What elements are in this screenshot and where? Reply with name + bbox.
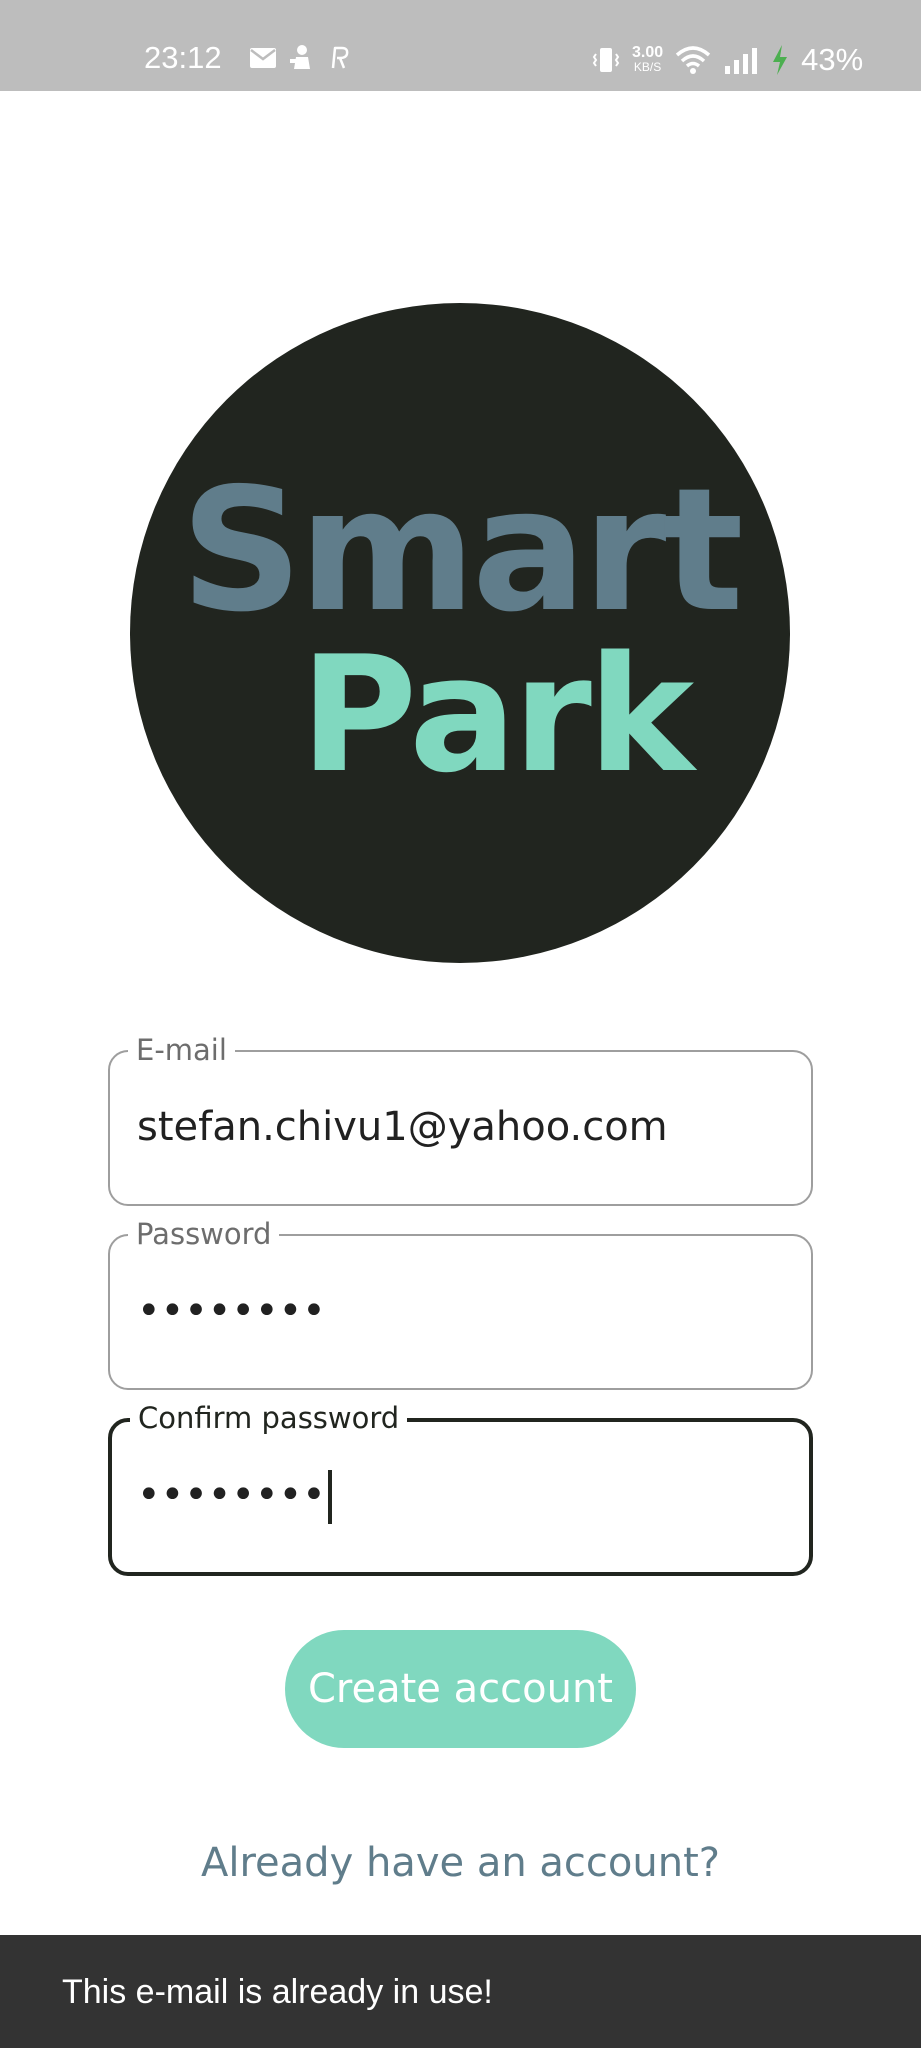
confirm-password-label: Confirm password [130, 1398, 408, 1438]
signal-icon [725, 48, 758, 74]
app-logo: Smart Park [130, 303, 790, 963]
logo-text-park: Park [300, 621, 694, 808]
mail-icon [250, 48, 276, 68]
email-field[interactable]: E-mail stefan.chivu1@yahoo.com [108, 1030, 813, 1206]
net-speed-value: 3.00 [632, 44, 664, 61]
notification-app-icon [290, 45, 310, 69]
create-account-button[interactable]: Create account [285, 1630, 636, 1748]
net-speed: 3.00 KB/S [632, 45, 663, 75]
confirm-password-input[interactable]: •••••••• [137, 1470, 332, 1524]
logo-text-smart: Smart [180, 452, 743, 650]
already-have-account-link[interactable]: Already have an account? [0, 1838, 921, 1888]
net-speed-unit: KB/S [633, 60, 662, 74]
text-cursor [327, 1470, 332, 1524]
email-input-value[interactable]: stefan.chivu1@yahoo.com [137, 1102, 668, 1152]
confirm-password-input-value: •••••••• [137, 1472, 326, 1518]
snackbar-message: This e-mail is already in use! [62, 1973, 493, 2011]
password-input-value[interactable]: •••••••• [137, 1286, 326, 1336]
battery-percent: 43% [801, 42, 864, 77]
status-time: 23:12 [144, 40, 222, 75]
snackbar: This e-mail is already in use! [0, 1935, 921, 2048]
confirm-password-field[interactable]: Confirm password •••••••• [108, 1398, 813, 1576]
status-notification-icons [250, 45, 350, 71]
charging-icon [773, 45, 788, 75]
email-label: E-mail [128, 1030, 235, 1070]
status-bar: 23:12 3.00 KB/S 43% [0, 0, 921, 91]
password-label: Password [128, 1214, 280, 1254]
r-app-icon [331, 46, 349, 69]
vibrate-icon [592, 48, 620, 72]
wifi-icon [675, 46, 711, 74]
password-field[interactable]: Password •••••••• [108, 1214, 813, 1390]
status-system-icons: 3.00 KB/S 43% [592, 40, 863, 80]
